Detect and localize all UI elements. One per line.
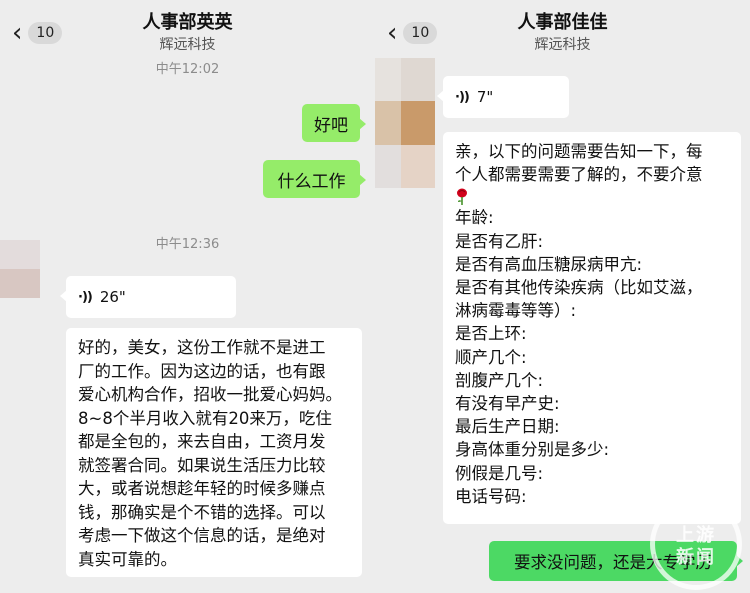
chat-header: ‹ 10 人事部佳佳 辉远科技 [375, 0, 750, 60]
message-line: 考虑一下做这个信息的话，是绝对 [78, 526, 326, 545]
message-line: 都是全包的，来去自由，工资月发 [78, 432, 326, 451]
svg-text:上游: 上游 [676, 524, 716, 546]
contact-name[interactable]: 人事部佳佳 [375, 8, 750, 34]
sent-message-bubble[interactable]: 好吧 [302, 104, 366, 142]
voice-message-bubble[interactable]: ·)) 7" [437, 76, 569, 118]
voice-duration: 7" [476, 88, 494, 106]
message-line: 年龄: [455, 208, 494, 228]
message-line: 是否有乙肝: [455, 231, 544, 251]
left-chat-panel: ‹ 10 人事部英英 辉远科技 中午12:02 好吧 什么工作 中午12:36 … [0, 0, 375, 593]
contact-company: 辉远科技 [159, 37, 216, 53]
sender-avatar[interactable] [0, 240, 40, 298]
sent-message-bubble[interactable]: 什么工作 [263, 160, 366, 198]
timestamp: 中午12:36 [155, 237, 220, 252]
message-line: 剖腹产几个: [455, 370, 544, 390]
message-text: 好吧 [314, 115, 348, 136]
message-line: 例假是几号: [455, 463, 544, 483]
message-text: 什么工作 [277, 171, 346, 192]
chat-header: ‹ 10 人事部英英 辉远科技 [0, 0, 375, 60]
message-line: 亲，以下的问题需要告知一下，每 [455, 142, 703, 161]
message-line: 身高体重分别是多少: [455, 440, 610, 460]
voice-duration: 26" [99, 288, 126, 306]
message-line: 厂的工作。因为这边的话，也有跟 [78, 361, 326, 381]
received-message-bubble[interactable]: 好的，美女，这份工作就不是进工 厂的工作。因为这边的话，也有跟 爱心机构合作，招… [66, 328, 362, 577]
contact-company: 辉远科技 [534, 37, 591, 53]
message-line: 爱心机构合作，招收一批爱心妈妈。 [78, 385, 342, 404]
message-line: 大，或者说想趁年轻的时候多赚点 [78, 479, 326, 498]
voice-wave-icon: ·)) [78, 289, 93, 305]
message-line: 最后生产日期: [455, 417, 560, 437]
contact-name[interactable]: 人事部英英 [0, 8, 375, 34]
received-message-bubble[interactable]: 亲，以下的问题需要告知一下，每 个人都需要需要了解的，不要介意 年龄: 是否有乙… [443, 132, 741, 524]
message-line: 是否有高血压糖尿病甲亢: [455, 254, 643, 274]
message-line: 就签署合同。如果说生活压力比较 [78, 455, 326, 475]
message-line: 8~8个半月收入就有20来万，吃住 [78, 408, 332, 428]
message-line: 是否有其他传染疾病（比如艾滋， [455, 278, 703, 298]
message-line: 顺产几个: [455, 347, 527, 367]
news-watermark-logo: 上游 新闻 [650, 498, 742, 590]
voice-message-bubble[interactable]: ·)) 26" [60, 276, 236, 318]
watermark-glyph-icon: 上游 新闻 [676, 524, 716, 568]
message-line: 是否上环: [455, 324, 527, 344]
message-line: 有没有早产史: [455, 394, 560, 414]
svg-text:新闻: 新闻 [676, 546, 716, 568]
rose-emoji-icon [455, 188, 731, 206]
message-line: 钱，那确实是个不错的选择。可以 [78, 502, 326, 522]
voice-wave-icon: ·)) [455, 89, 470, 105]
message-line: 真实可靠的。 [78, 549, 177, 569]
sender-avatar[interactable] [375, 58, 435, 188]
message-line: 个人都需要需要了解的，不要介意 [455, 165, 703, 185]
message-line: 淋病霉毒等等）: [455, 301, 577, 321]
message-line: 好的，美女，这份工作就不是进工 [78, 338, 326, 357]
timestamp: 中午12:02 [155, 62, 220, 77]
